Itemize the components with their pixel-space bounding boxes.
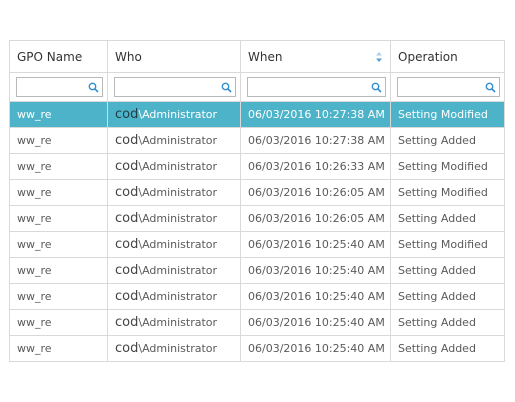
when-cell: 06/03/2016 10:25:40 AM [241,310,391,336]
who-domain: cod [115,315,139,330]
who-cell: cod \Administrator [108,154,241,180]
operation-cell: Setting Added [391,206,505,232]
when-cell: 06/03/2016 10:25:40 AM [241,232,391,258]
when-cell: 06/03/2016 10:26:05 AM [241,206,391,232]
who-user: \Administrator [138,160,218,173]
operation-cell: Setting Modified [391,154,505,180]
table-row[interactable]: ww_re cod \Administrator 06/03/2016 10:25:4… [10,232,505,258]
operation-cell: Setting Added [391,128,505,154]
who-cell: cod \Administrator [108,206,241,232]
when-cell: 06/03/2016 10:25:40 AM [241,336,391,362]
who-user: \Administrator [138,316,218,329]
column-header-label: Operation [398,49,458,64]
who-user: \Administrator [138,342,218,355]
who-cell: cod \Administrator [108,232,241,258]
who-domain: cod [115,211,139,226]
gpo-name-filter [16,77,103,97]
operation-cell: Setting Added [391,284,505,310]
who-user: \Administrator [138,186,218,199]
table-row[interactable]: ww_re cod \Administrator 06/03/2016 10:26:0… [10,180,505,206]
operation-filter [397,77,500,97]
table-row[interactable]: ww_re cod \Administrator 06/03/2016 10:25:4… [10,310,505,336]
who-domain: cod [115,237,139,252]
when-cell: 06/03/2016 10:26:33 AM [241,154,391,180]
when-filter [247,77,386,97]
table-row[interactable]: ww_re cod \Administrator 06/03/2016 10:27:3… [10,102,505,128]
gpo-name-cell: ww_re [10,310,108,336]
table-body: ww_re cod \Administrator 06/03/2016 10:27:3… [10,102,505,362]
gpo-name-cell: ww_re [10,154,108,180]
table-row[interactable]: ww_re cod \Administrator 06/03/2016 10:25:4… [10,336,505,362]
search-icon[interactable] [485,82,496,93]
gpo-name-cell: ww_re [10,258,108,284]
operation-cell: Setting Added [391,258,505,284]
operation-cell: Setting Modified [391,180,505,206]
who-cell: cod \Administrator [108,180,241,206]
column-header-gpo-name[interactable]: GPO Name [10,41,108,73]
when-cell: 06/03/2016 10:26:05 AM [241,180,391,206]
audit-grid: GPO Name Who When Operation ww_re cod \Adm… [9,40,505,362]
operation-filter-input[interactable] [398,78,499,96]
operation-cell: Setting Modified [391,102,505,128]
who-domain: cod [115,133,139,148]
when-cell: 06/03/2016 10:27:38 AM [241,128,391,154]
who-cell: cod \Administrator [108,102,241,128]
table-row[interactable]: ww_re cod \Administrator 06/03/2016 10:25:4… [10,284,505,310]
who-user: \Administrator [138,264,218,277]
who-user: \Administrator [138,212,218,225]
when-cell: 06/03/2016 10:25:40 AM [241,284,391,310]
gpo-name-cell: ww_re [10,336,108,362]
search-icon[interactable] [371,82,382,93]
table-row[interactable]: ww_re cod \Administrator 06/03/2016 10:26:3… [10,154,505,180]
who-user: \Administrator [138,108,218,121]
who-filter-input[interactable] [115,78,235,96]
column-header-when[interactable]: When [241,41,391,73]
when-cell: 06/03/2016 10:27:38 AM [241,102,391,128]
gpo-name-cell: ww_re [10,180,108,206]
who-user: \Administrator [138,134,218,147]
search-icon[interactable] [88,82,99,93]
gpo-name-cell: ww_re [10,128,108,154]
column-header-who[interactable]: Who [108,41,241,73]
who-user: \Administrator [138,290,218,303]
when-cell: 06/03/2016 10:25:40 AM [241,258,391,284]
who-cell: cod \Administrator [108,128,241,154]
column-header-operation[interactable]: Operation [391,41,505,73]
who-cell: cod \Administrator [108,284,241,310]
operation-cell: Setting Modified [391,232,505,258]
gpo-name-cell: ww_re [10,284,108,310]
who-domain: cod [115,289,139,304]
sort-icon[interactable] [375,51,383,63]
who-domain: cod [115,263,139,278]
header-row: GPO Name Who When Operation [10,41,505,73]
column-header-label: Who [115,49,142,64]
operation-cell: Setting Added [391,336,505,362]
table-row[interactable]: ww_re cod \Administrator 06/03/2016 10:26:0… [10,206,505,232]
who-domain: cod [115,159,139,174]
who-domain: cod [115,341,139,356]
gpo-name-cell: ww_re [10,102,108,128]
operation-cell: Setting Added [391,310,505,336]
column-header-label: GPO Name [17,49,83,64]
column-header-label: When [248,49,283,64]
who-cell: cod \Administrator [108,258,241,284]
filter-row [10,73,505,102]
table-row[interactable]: ww_re cod \Administrator 06/03/2016 10:27:3… [10,128,505,154]
who-filter [114,77,236,97]
when-filter-input[interactable] [248,78,385,96]
gpo-name-cell: ww_re [10,232,108,258]
who-domain: cod [115,185,139,200]
who-cell: cod \Administrator [108,310,241,336]
who-user: \Administrator [138,238,218,251]
who-domain: cod [115,107,139,122]
who-cell: cod \Administrator [108,336,241,362]
search-icon[interactable] [221,82,232,93]
table-row[interactable]: ww_re cod \Administrator 06/03/2016 10:25:4… [10,258,505,284]
gpo-name-cell: ww_re [10,206,108,232]
